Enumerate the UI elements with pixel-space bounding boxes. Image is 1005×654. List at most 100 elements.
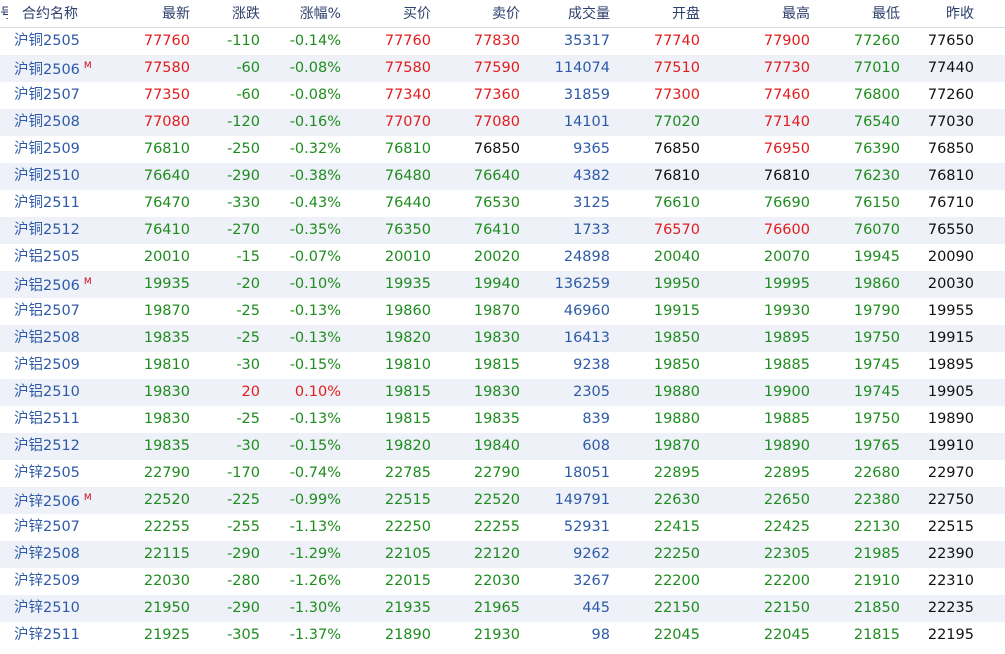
table-row[interactable]: 沪铜2507 77350 -60 -0.08% 77340 77360 31859 77300…: [0, 82, 1005, 109]
table-row[interactable]: 沪铜2506 M 77580 -60 -0.08% 77580 77590 114074 775…: [0, 55, 1005, 82]
contract-name-cell[interactable]: 沪锌2511: [8, 622, 108, 649]
prev-close-cell: 22235: [927, 600, 974, 616]
prev-close-cell: 22750: [927, 492, 974, 508]
contract-name-cell[interactable]: 沪铜2511: [8, 190, 108, 217]
col-header-prev-close[interactable]: 昨收: [900, 0, 976, 28]
open-price-cell: 22045: [653, 627, 700, 643]
table-row[interactable]: 沪铝2509 19810 -30 -0.15% 19810 19815 9238 19850 1…: [0, 352, 1005, 379]
open-price-cell: 22630: [653, 492, 700, 508]
open-price-cell: 19915: [653, 303, 700, 319]
table-row[interactable]: 沪铝2510 19830 20 0.10% 19815 19830 2305 19880 199…: [0, 379, 1005, 406]
table-row[interactable]: 沪铝2506 M 19935 -20 -0.10% 19935 19940 136259 199…: [0, 271, 1005, 298]
table-row[interactable]: 沪铜2511 76470 -330 -0.43% 76440 76530 3125 76610…: [0, 190, 1005, 217]
low-price-cell: 19945: [853, 249, 900, 265]
table-row[interactable]: 沪铝2512 19835 -30 -0.15% 19820 19840 608 19870 19…: [0, 433, 1005, 460]
col-header-last[interactable]: 最新: [108, 0, 190, 28]
col-header-volume[interactable]: 成交量: [520, 0, 610, 28]
low-price-cell: 19860: [853, 276, 900, 292]
contract-name-cell[interactable]: 沪锌2508: [8, 541, 108, 568]
table-row[interactable]: 沪铝2507 19870 -25 -0.13% 19860 19870 46960 19915…: [0, 298, 1005, 325]
open-price-cell: 19950: [653, 276, 700, 292]
ask-price-cell: 77590: [473, 60, 520, 76]
last-price-cell: 77080: [143, 114, 190, 130]
change-pct-cell: -0.08%: [289, 87, 341, 103]
col-header-change[interactable]: 涨跌: [190, 0, 260, 28]
low-price-cell: 76800: [853, 87, 900, 103]
change-pct-cell: -0.14%: [289, 33, 341, 49]
low-price-cell: 77010: [853, 60, 900, 76]
table-row[interactable]: 沪锌2509 22030 -280 -1.26% 22015 22030 3267 22200…: [0, 568, 1005, 595]
col-header-bid[interactable]: 买价: [341, 0, 431, 28]
contract-name-cell[interactable]: 沪铝2509: [8, 352, 108, 379]
table-row[interactable]: 沪铝2511 19830 -25 -0.13% 19815 19835 839 19880 19…: [0, 406, 1005, 433]
bid-price-cell: 19935: [384, 276, 431, 292]
col-header-change-pct[interactable]: 涨幅%: [260, 0, 341, 28]
high-price-cell: 19885: [763, 357, 810, 373]
contract-name-cell[interactable]: 沪锌2506 M: [8, 485, 108, 516]
low-price-cell: 19745: [853, 384, 900, 400]
contract-name-cell[interactable]: 沪铝2510: [8, 379, 108, 406]
contract-name-cell[interactable]: 沪铜2512: [8, 217, 108, 244]
prev-close-cell: 76550: [927, 222, 974, 238]
col-header-index[interactable]: 号: [0, 0, 8, 28]
contract-name-cell[interactable]: 沪铝2512: [8, 433, 108, 460]
table-row[interactable]: 沪铜2508 77080 -120 -0.16% 77070 77080 14101 7702…: [0, 109, 1005, 136]
table-row[interactable]: 沪铜2509 76810 -250 -0.32% 76810 76850 9365 76850…: [0, 136, 1005, 163]
contract-name-cell[interactable]: 沪铝2511: [8, 406, 108, 433]
col-header-open[interactable]: 开盘: [610, 0, 700, 28]
table-row[interactable]: 沪锌2506 M 22520 -225 -0.99% 22515 22520 149791 22…: [0, 487, 1005, 514]
low-price-cell: 19750: [853, 330, 900, 346]
contract-name: 沪铜2506: [14, 62, 80, 78]
bid-price-cell: 22515: [384, 492, 431, 508]
ask-price-cell: 76850: [473, 141, 520, 157]
contract-name-cell[interactable]: 沪铝2506 M: [8, 269, 108, 300]
col-header-low[interactable]: 最低: [810, 0, 900, 28]
last-price-cell: 21950: [143, 600, 190, 616]
open-price-cell: 22895: [653, 465, 700, 481]
contract-name-cell[interactable]: 沪铜2509: [8, 136, 108, 163]
table-row[interactable]: 沪铜2510 76640 -290 -0.38% 76480 76640 4382 76810…: [0, 163, 1005, 190]
contract-name-cell[interactable]: 沪铜2506 M: [8, 53, 108, 84]
contract-name-cell[interactable]: 沪铝2508: [8, 325, 108, 352]
low-price-cell: 19765: [853, 438, 900, 454]
contract-name-cell[interactable]: 沪铝2505: [8, 244, 108, 271]
col-header-contract-name[interactable]: 合约名称: [8, 0, 108, 28]
contract-name-cell[interactable]: 沪铜2507: [8, 82, 108, 109]
high-price-cell: 76600: [763, 222, 810, 238]
contract-name-cell[interactable]: 沪锌2505: [8, 460, 108, 487]
col-header-ask[interactable]: 卖价: [431, 0, 520, 28]
last-price-cell: 77760: [143, 33, 190, 49]
volume-cell: 9365: [573, 141, 610, 157]
table-row[interactable]: 沪锌2511 21925 -305 -1.37% 21890 21930 98 22045 22…: [0, 622, 1005, 649]
volume-cell: 9262: [573, 546, 610, 562]
table-row[interactable]: 沪锌2508 22115 -290 -1.29% 22105 22120 9262 22250…: [0, 541, 1005, 568]
col-header-high[interactable]: 最高: [700, 0, 810, 28]
contract-name-cell[interactable]: 沪锌2509: [8, 568, 108, 595]
table-row[interactable]: 沪锌2505 22790 -170 -0.74% 22785 22790 18051 2289…: [0, 460, 1005, 487]
change-pct-cell: -1.30%: [289, 600, 341, 616]
volume-cell: 608: [582, 438, 610, 454]
volume-cell: 4382: [573, 168, 610, 184]
contract-name-cell[interactable]: 沪铜2508: [8, 109, 108, 136]
table-row[interactable]: 沪铜2505 77760 -110 -0.14% 77760 77830 35317 7774…: [0, 28, 1005, 55]
volume-cell: 445: [582, 600, 610, 616]
volume-cell: 149791: [554, 492, 610, 508]
change-pct-cell: -0.15%: [289, 357, 341, 373]
contract-name-cell[interactable]: 沪锌2507: [8, 514, 108, 541]
last-price-cell: 22030: [143, 573, 190, 589]
change-cell: -330: [227, 195, 260, 211]
table-row[interactable]: 沪铜2512 76410 -270 -0.35% 76350 76410 1733 76570…: [0, 217, 1005, 244]
table-row[interactable]: 沪锌2507 22255 -255 -1.13% 22250 22255 52931 2241…: [0, 514, 1005, 541]
last-price-cell: 22115: [143, 546, 190, 562]
table-row[interactable]: 沪锌2510 21950 -290 -1.30% 21935 21965 445 22150 2…: [0, 595, 1005, 622]
ask-price-cell: 76640: [473, 168, 520, 184]
contract-name-cell[interactable]: 沪铜2505: [8, 28, 108, 55]
contract-name: 沪锌2509: [14, 573, 80, 589]
table-row[interactable]: 沪铝2505 20010 -15 -0.07% 20010 20020 24898 20040…: [0, 244, 1005, 271]
contract-name-cell[interactable]: 沪铜2510: [8, 163, 108, 190]
table-row[interactable]: 沪铝2508 19835 -25 -0.13% 19820 19830 16413 19850…: [0, 325, 1005, 352]
change-pct-cell: -1.13%: [289, 519, 341, 535]
ask-price-cell: 22120: [473, 546, 520, 562]
contract-name-cell[interactable]: 沪锌2510: [8, 595, 108, 622]
contract-name-cell[interactable]: 沪铝2507: [8, 298, 108, 325]
